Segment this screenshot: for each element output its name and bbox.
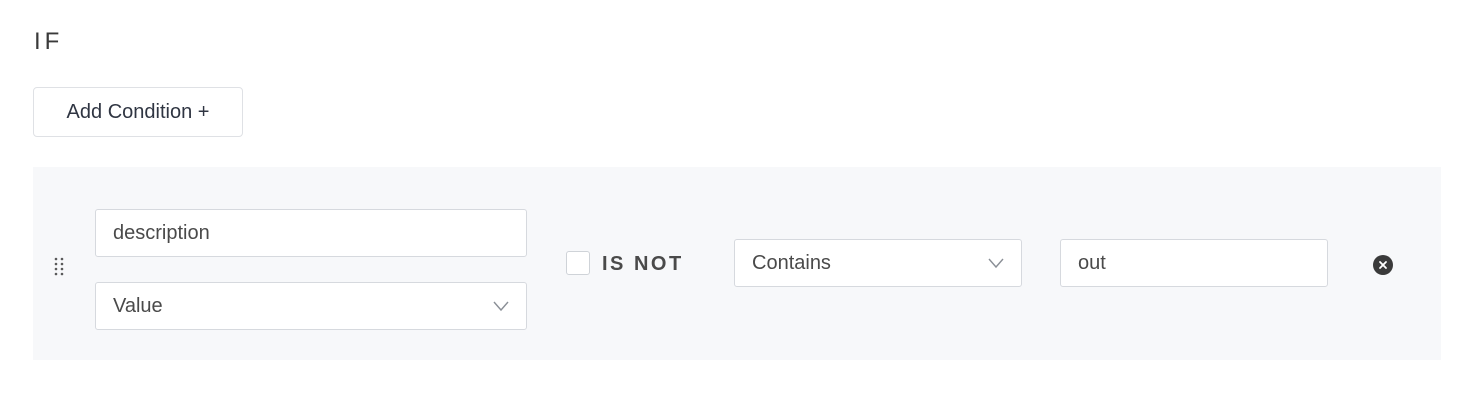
field-type-select[interactable]: Value [95,282,527,330]
operator-select[interactable]: Contains [734,239,1022,287]
condition-value-input[interactable] [1078,252,1327,275]
condition-row: Value IS NOT Contains [33,167,1441,360]
close-icon [1378,260,1388,270]
field-name-input[interactable] [113,222,526,245]
field-type-selected-value: Value [113,295,163,318]
condition-value-input-wrapper [1060,239,1328,287]
remove-condition-button[interactable] [1373,255,1393,275]
is-not-label: IS NOT [602,251,684,277]
operator-selected-value: Contains [752,252,831,275]
section-title-if: IF [34,28,63,56]
chevron-down-icon [987,256,1005,270]
field-name-input-wrapper [95,209,527,257]
drag-handle-icon[interactable] [53,257,65,277]
chevron-down-icon [492,299,510,313]
add-condition-button[interactable]: Add Condition + [33,87,243,137]
is-not-checkbox[interactable] [566,251,590,275]
